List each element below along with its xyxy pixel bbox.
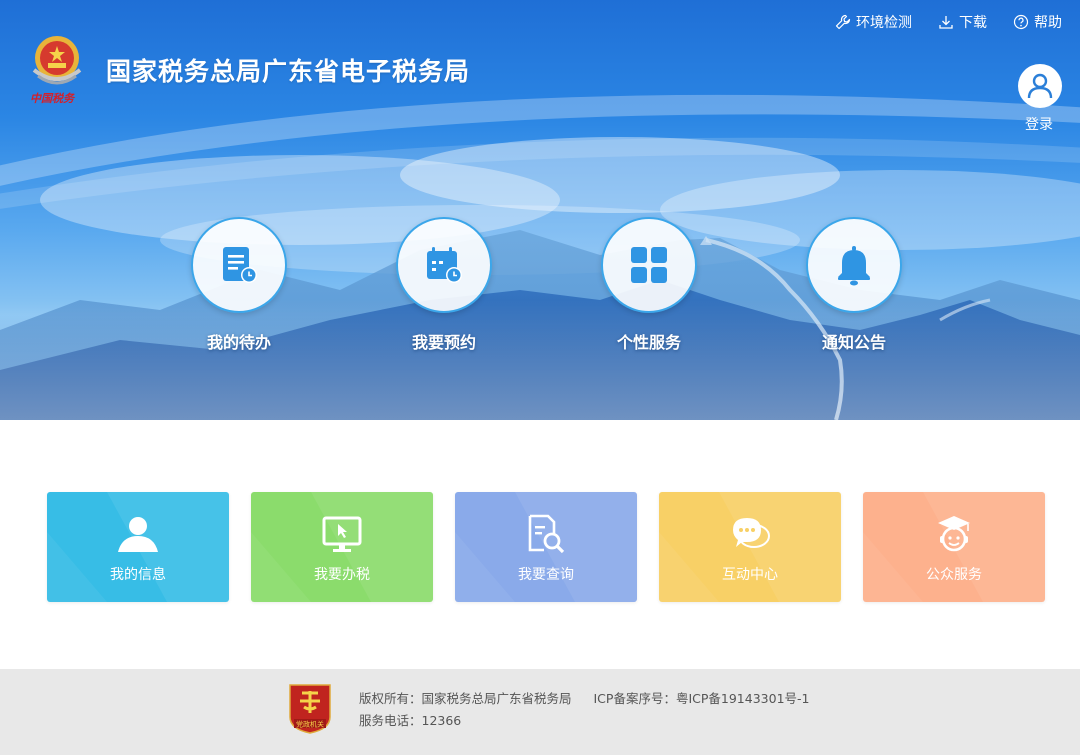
help-label: 帮助 [1034,15,1062,31]
card-file-tax-label: 我要办税 [314,567,370,583]
graduate-icon [938,516,970,552]
user-avatar [1018,64,1062,108]
bell-icon [838,246,870,286]
help-icon [1013,14,1029,30]
card-interaction[interactable]: 互动中心 [659,492,841,602]
quick-personal-circle [601,217,697,313]
download-label: 下载 [959,15,987,31]
card-my-info-label: 我的信息 [110,567,166,583]
top-links: 环境检测 下载 帮助 [835,12,1062,32]
chat-icon [733,518,770,548]
card-query-label: 我要查询 [518,567,574,583]
quick-todo-label: 我的待办 [206,333,271,352]
download-link[interactable]: 下载 [938,12,987,32]
hero-banner: 中国税务 国家税务总局广东省电子税务局 环境检测 下载 帮助 登录 我的待办 我… [0,0,1080,420]
login-button[interactable]: 登录 [1018,64,1064,134]
card-public-service-label: 公众服务 [926,567,982,583]
document-search-icon [528,514,565,554]
monitor-icon [322,516,362,552]
quick-notice[interactable]: 通知公告 [794,217,914,353]
site-title: 国家税务总局广东省电子税务局 [106,57,471,86]
badge-caption: 党政机关 [296,720,324,729]
card-interaction-label: 互动中心 [722,567,778,583]
footer: 党政机关 版权所有：国家税务总局广东省税务局 ICP备案序号：粤ICP备1914… [0,669,1080,755]
quick-todo-circle [191,217,287,313]
quick-personal-service[interactable]: 个性服务 [589,217,709,353]
footer-phone: 服务电话：12366 [359,713,462,728]
quick-todo[interactable]: 我的待办 [179,217,299,353]
quick-notice-label: 通知公告 [821,333,886,352]
todo-list-icon [223,247,257,283]
user-icon [118,517,158,552]
quick-appointment-circle [396,217,492,313]
help-link[interactable]: 帮助 [1013,12,1062,32]
footer-text: 版权所有：国家税务总局广东省税务局 ICP备案序号：粤ICP备19143301号… [359,688,810,732]
party-gov-badge-icon[interactable]: 党政机关 [288,683,332,735]
env-check-link[interactable]: 环境检测 [835,12,912,32]
quick-appointment[interactable]: 我要预约 [384,217,504,353]
wrench-icon [835,14,851,30]
card-file-tax[interactable]: 我要办税 [251,492,433,602]
quick-notice-circle [806,217,902,313]
footer-icp[interactable]: ICP备案序号：粤ICP备19143301号-1 [594,691,810,706]
user-icon [1027,73,1053,99]
quick-personal-label: 个性服务 [616,333,681,352]
download-icon [939,16,953,29]
card-query[interactable]: 我要查询 [455,492,637,602]
calendar-icon [427,247,462,283]
footer-copyright: 版权所有：国家税务总局广东省税务局 [359,691,572,706]
card-public-service[interactable]: 公众服务 [863,492,1045,602]
card-my-info[interactable]: 我的信息 [47,492,229,602]
quick-appointment-label: 我要预约 [411,333,476,352]
grid-icon [631,247,667,283]
env-check-label: 环境检测 [856,15,912,31]
login-label: 登录 [1025,117,1053,133]
logo-caption: 中国税务 [30,92,74,105]
